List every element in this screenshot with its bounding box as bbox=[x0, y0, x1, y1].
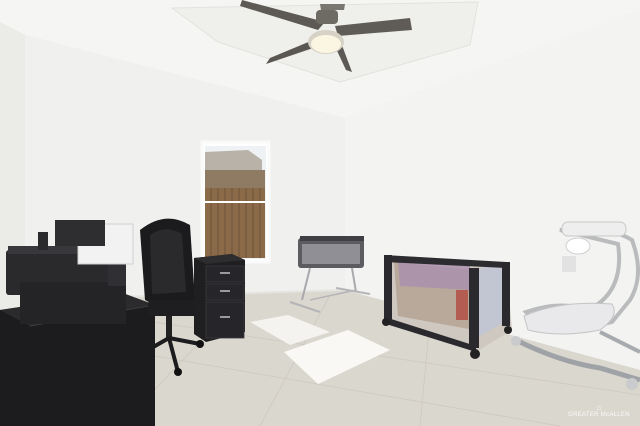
filing-cabinet bbox=[194, 254, 245, 342]
watermark: ⌂ GREATER McALLEN bbox=[564, 403, 634, 419]
house-logo-icon: ⌂ bbox=[596, 403, 602, 412]
window bbox=[200, 140, 271, 264]
room-photo bbox=[0, 0, 640, 426]
watermark-text: GREATER McALLEN bbox=[568, 412, 630, 418]
monitor bbox=[55, 220, 105, 246]
